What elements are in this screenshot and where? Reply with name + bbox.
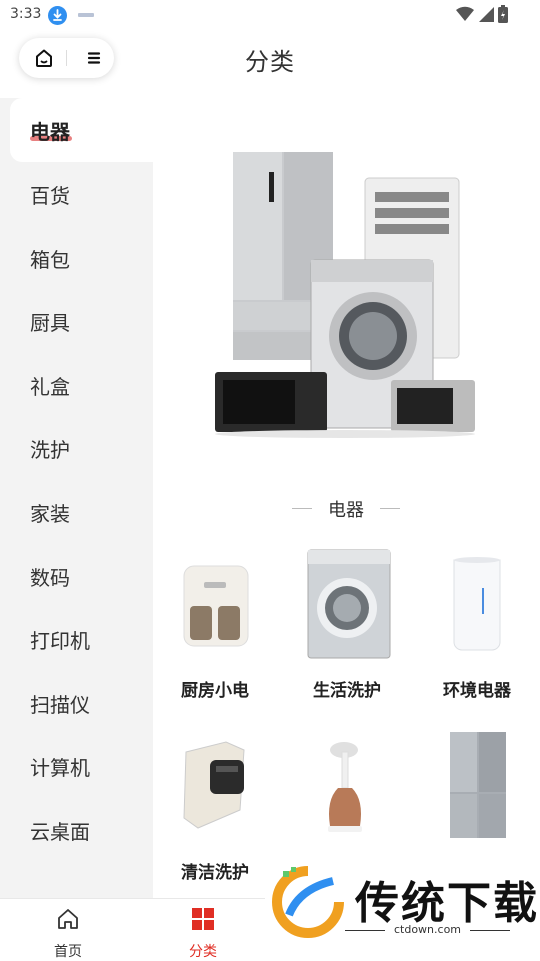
sidebar-item-label: 礼盒 — [30, 375, 70, 399]
sidebar-item-label: 扫描仪 — [30, 693, 90, 717]
section-title: 电器 — [292, 496, 400, 521]
category-icon — [192, 908, 214, 930]
sidebar-item-label: 电器 — [30, 120, 70, 144]
category-environmental-appliances[interactable]: 环境电器 — [422, 548, 532, 708]
notification-mini-icon — [78, 13, 94, 17]
divider-line — [345, 930, 385, 931]
category-banner-image[interactable] — [205, 148, 485, 438]
wifi-icon — [456, 6, 474, 22]
sidebar-item-computers[interactable]: 计算机 — [0, 734, 153, 798]
sidebar-item-label: 百货 — [30, 184, 70, 208]
category-label: 环境电器 — [443, 681, 511, 701]
download-notification-icon — [48, 6, 67, 25]
system-icons — [456, 5, 508, 23]
humidifier-image — [453, 557, 501, 651]
sidebar-item-appliances[interactable]: 电器 — [10, 98, 153, 162]
sidebar-item-cloud-desktop[interactable]: 云桌面 — [0, 798, 153, 862]
sidebar-item-home-decor[interactable]: 家装 — [0, 480, 153, 544]
divider-line — [380, 508, 400, 509]
tab-home[interactable]: 首页 — [23, 903, 113, 960]
sidebar-item-scanners[interactable]: 扫描仪 — [0, 671, 153, 735]
category-laundry-care[interactable]: 生活洗护 — [292, 548, 402, 708]
garment-steamer-image — [328, 742, 362, 832]
sidebar-item-label: 计算机 — [30, 756, 90, 780]
sidebar-item-label: 厨具 — [30, 311, 70, 335]
sidebar-item-gift-boxes[interactable]: 礼盒 — [0, 353, 153, 417]
sidebar-item-personal-care[interactable]: 洗护 — [0, 416, 153, 480]
section-title-text: 电器 — [328, 500, 364, 521]
tab-label: 首页 — [54, 944, 82, 960]
signal-icon — [479, 7, 494, 22]
category-label: 生活洗护 — [313, 681, 381, 701]
battery-icon — [498, 5, 508, 23]
sidebar-item-label: 打印机 — [30, 629, 90, 653]
watermark-brand: 传统下载 — [355, 878, 539, 929]
category-sidebar: 电器 百货 箱包 厨具 礼盒 洗护 家装 数码 打印机 扫描仪 计算机 云桌面 — [0, 98, 153, 898]
watermark-logo-icon — [272, 866, 344, 938]
air-fryer-image — [183, 565, 249, 647]
tab-category[interactable]: 分类 — [158, 903, 248, 960]
watermark-url-text: ctdown.com — [393, 923, 462, 936]
sidebar-item-label: 家装 — [30, 502, 70, 526]
sidebar-item-bags[interactable]: 箱包 — [0, 226, 153, 290]
sidebar-item-printers[interactable]: 打印机 — [0, 607, 153, 671]
mite-cleaner-image — [183, 741, 245, 829]
category-kitchen-appliances[interactable]: 厨房小电 — [160, 548, 270, 708]
sidebar-item-label: 云桌面 — [30, 820, 90, 844]
watermark-overlay: 传统下载 ctdown.com — [265, 855, 540, 960]
tab-label: 分类 — [189, 944, 217, 960]
category-cleaning-care[interactable]: 清洁洗护 — [160, 730, 270, 890]
sidebar-item-digital[interactable]: 数码 — [0, 544, 153, 608]
status-time: 3:33 — [10, 6, 42, 22]
home-icon — [58, 909, 78, 929]
refrigerator-image — [450, 732, 506, 838]
status-bar: 3:33 — [0, 0, 540, 30]
sidebar-item-kitchenware[interactable]: 厨具 — [0, 289, 153, 353]
category-label: 清洁洗护 — [181, 863, 249, 883]
watermark-url: ctdown.com — [345, 923, 510, 936]
category-label: 厨房小电 — [181, 681, 249, 701]
sidebar-item-label: 洗护 — [30, 438, 70, 462]
divider-line — [470, 930, 510, 931]
sidebar-item-general-goods[interactable]: 百货 — [0, 162, 153, 226]
sidebar-item-label: 箱包 — [30, 248, 70, 272]
washing-machine-image — [307, 549, 391, 659]
sidebar-item-label: 数码 — [30, 566, 70, 590]
page-title: 分类 — [245, 48, 295, 76]
